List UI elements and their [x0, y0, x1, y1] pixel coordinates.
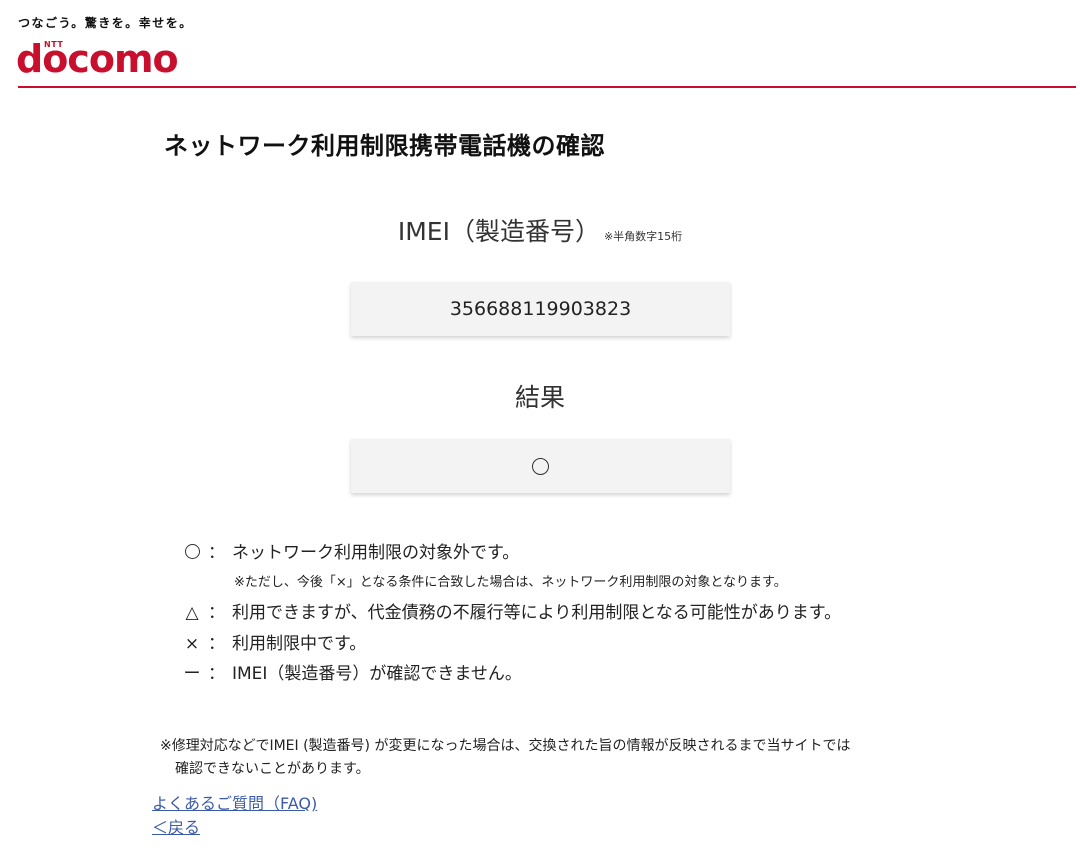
imei-value: 356688119903823 [449, 298, 632, 320]
legend-text: 利用制限中です。 [232, 634, 367, 654]
legend-text: 利用できますが、代金債務の不履行等により利用制限となる可能性があります。 [232, 603, 842, 623]
legend-colon: ： [208, 664, 225, 684]
triangle-icon: △ [185, 603, 199, 623]
circle-icon [532, 457, 549, 475]
logo-wordmark: docomo [16, 37, 179, 81]
footer-links: よくあるご質問（FAQ) ＜戻る [152, 792, 317, 840]
result-value-box [351, 439, 730, 493]
notice-line-2: 確認できないことがあります。 [175, 761, 370, 777]
imei-note: ※半角数字15桁 [603, 230, 683, 243]
faq-link[interactable]: よくあるご質問（FAQ) [152, 792, 317, 816]
legend-text: ネットワーク利用制限の対象外です。 [232, 543, 520, 563]
cross-icon: × [184, 634, 200, 654]
page-title: ネットワーク利用制限携帯電話機の確認 [164, 132, 605, 160]
legend-colon: ： [208, 603, 225, 623]
dash-icon: ー [183, 664, 201, 684]
back-link[interactable]: ＜戻る [152, 816, 317, 840]
repair-notice: ※修理対応などでIMEI (製造番号) が変更になった場合は、交換された旨の情報… [160, 735, 960, 781]
brand-tagline: つなごう。驚きを。幸せを。 [18, 16, 193, 30]
docomo-logo[interactable]: NTT docomo [16, 36, 184, 81]
legend-note: ※ただし、今後「×」となる条件に合致した場合は、ネットワーク利用制限の対象となり… [234, 575, 787, 590]
legend-colon: ： [208, 543, 225, 563]
imei-label: IMEI（製造番号） [397, 217, 600, 246]
imei-value-box: 356688119903823 [351, 282, 730, 336]
site-header: つなごう。驚きを。幸せを。 NTT docomo [16, 12, 1076, 88]
imei-heading: IMEI（製造番号） ※半角数字15桁 [0, 212, 1080, 248]
result-label: 結果 [514, 383, 565, 412]
legend-colon: ： [208, 634, 225, 654]
legend-text: IMEI（製造番号）が確認できません。 [232, 664, 522, 684]
circle-icon [182, 540, 202, 566]
notice-line-1: ※修理対応などでIMEI (製造番号) が変更になった場合は、交換された旨の情報… [160, 738, 851, 754]
